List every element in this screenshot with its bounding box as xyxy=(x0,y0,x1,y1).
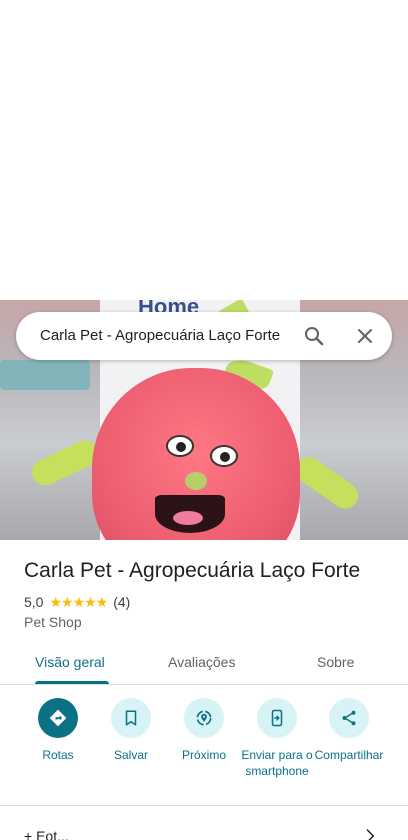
toy-eye xyxy=(210,445,238,467)
share-icon xyxy=(342,710,356,726)
toy-eye xyxy=(166,435,194,457)
toy-nose xyxy=(185,472,207,490)
rating-value: 5,0 xyxy=(24,594,44,610)
action-bar: Rotas Salvar Próximo Enviar para o smart… xyxy=(0,698,408,798)
search-input[interactable]: Carla Pet - Agropecuária Laço Forte xyxy=(40,327,290,344)
share-label: Compartilhar xyxy=(314,748,384,762)
send-to-phone-button[interactable]: Enviar para o smartphone xyxy=(237,698,317,779)
send-to-phone-icon xyxy=(271,709,283,727)
save-label: Salvar xyxy=(113,748,148,762)
save-button[interactable]: Salvar xyxy=(91,698,171,763)
place-category[interactable]: Pet Shop xyxy=(24,614,82,630)
send-to-phone-label: Enviar para o smartphone xyxy=(241,748,313,778)
info-row-text: + Eot... xyxy=(24,828,69,840)
review-count[interactable]: (4) xyxy=(113,594,130,610)
info-row[interactable]: + Eot... xyxy=(0,806,408,840)
share-button[interactable]: Compartilhar xyxy=(309,698,389,763)
tab-overview[interactable]: Visão geral xyxy=(35,654,105,670)
bookmark-icon xyxy=(125,710,137,726)
close-icon[interactable] xyxy=(353,324,377,348)
rating-row[interactable]: 5,0 ★★★★★ (4) xyxy=(24,593,130,611)
nearby-icon xyxy=(196,710,212,726)
map-blank-area xyxy=(0,0,408,300)
search-bar[interactable]: Carla Pet - Agropecuária Laço Forte xyxy=(16,312,392,360)
directions-button[interactable]: Rotas xyxy=(18,698,98,763)
nearby-button[interactable]: Próximo xyxy=(164,698,244,763)
directions-label: Rotas xyxy=(42,748,74,762)
toy-mouth xyxy=(155,495,225,533)
search-icon[interactable] xyxy=(302,324,326,348)
photo-background-detail xyxy=(0,360,90,390)
chevron-right-icon xyxy=(366,829,375,840)
toy-arm xyxy=(290,452,364,514)
star-rating-icon: ★★★★★ xyxy=(49,593,108,610)
tab-about[interactable]: Sobre xyxy=(317,654,354,670)
place-title: Carla Pet - Agropecuária Laço Forte xyxy=(24,559,361,582)
tab-reviews[interactable]: Avaliações xyxy=(168,654,235,670)
active-tab-indicator xyxy=(35,681,109,684)
nearby-label: Próximo xyxy=(181,748,226,762)
tab-bar: Visão geral Avaliações Sobre xyxy=(0,640,408,685)
directions-icon xyxy=(49,709,67,727)
